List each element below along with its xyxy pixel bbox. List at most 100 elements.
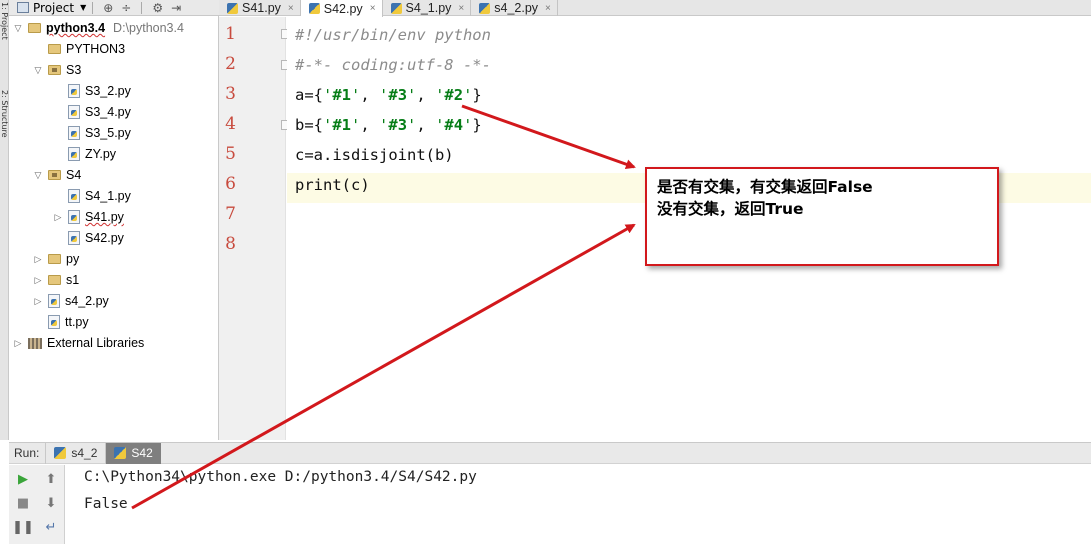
close-icon[interactable]: ×	[545, 3, 551, 14]
console-output[interactable]: C:\Python34\python.exe D:/python3.4/S4/S…	[66, 465, 1091, 544]
collapse-arrow-icon[interactable]: ▷	[33, 254, 43, 265]
pause-icon[interactable]: ❚❚	[12, 519, 34, 535]
hide-icon[interactable]: ⇥	[171, 1, 181, 15]
chevron-down-icon[interactable]: ▼	[80, 3, 86, 12]
expand-arrow-icon[interactable]: ▽	[33, 65, 43, 76]
editor-tab-label: S41.py	[242, 1, 281, 15]
project-path: D:\python3.4	[113, 21, 184, 35]
editor-tab-bar: S41.py × S42.py × S4_1.py × s4_2.py ×	[219, 0, 1091, 17]
python-file-icon	[48, 315, 60, 329]
down-arrow-icon[interactable]: ⬇	[43, 495, 59, 511]
tree-item-label: S3_2.py	[85, 84, 131, 98]
code-line: print(c)	[295, 176, 370, 194]
line-number: 1	[225, 24, 236, 44]
tree-item[interactable]: S4_1.py	[53, 186, 131, 206]
python-file-icon	[68, 147, 80, 161]
tree-item[interactable]: tt.py	[33, 312, 89, 332]
python-file-icon	[308, 3, 320, 14]
gear-icon[interactable]: ⚙	[152, 1, 163, 15]
project-panel-header: Project ▼ ⊕ ÷ ⚙ ⇥	[9, 0, 219, 16]
tree-item-label: External Libraries	[47, 336, 145, 350]
console-command-line: C:\Python34\python.exe D:/python3.4/S4/S…	[84, 469, 477, 485]
library-icon	[28, 337, 42, 349]
line-number: 7	[225, 204, 236, 224]
code-line: b={'#1', '#3', '#4'}	[295, 116, 482, 134]
soft-wrap-icon[interactable]: ↵	[43, 519, 59, 535]
tree-item[interactable]: S3_4.py	[53, 102, 131, 122]
editor-tab[interactable]: S4_1.py ×	[383, 0, 472, 16]
run-label: Run:	[14, 446, 40, 460]
tree-item-label: S42.py	[85, 231, 124, 245]
stop-icon[interactable]: ■	[15, 495, 31, 511]
close-icon[interactable]: ×	[288, 3, 294, 14]
tree-item[interactable]: S3_5.py	[53, 123, 131, 143]
collapse-icon[interactable]: ÷	[121, 1, 131, 15]
tree-item[interactable]: ▷ s1	[33, 270, 80, 290]
up-arrow-icon[interactable]: ⬆	[43, 471, 59, 487]
tree-item[interactable]: ZY.py	[53, 144, 116, 164]
annotation-line-2: 没有交集，返回True	[657, 200, 804, 218]
tree-item[interactable]: ▷ py	[33, 249, 80, 269]
tree-item-label: S4	[66, 168, 82, 182]
line-number: 5	[225, 144, 236, 164]
tree-item[interactable]: ▽ S3	[33, 60, 82, 80]
line-number: 3	[225, 84, 236, 104]
tree-item-label: py	[66, 252, 80, 266]
project-view-selector[interactable]: Project	[33, 1, 74, 15]
folder-icon	[48, 254, 61, 264]
collapse-arrow-icon[interactable]: ▷	[53, 212, 63, 223]
close-icon[interactable]: ×	[370, 3, 376, 14]
editor-tab-label: S42.py	[323, 1, 363, 16]
tree-item[interactable]: ▽ S4	[33, 165, 82, 185]
line-number: 4	[225, 114, 236, 134]
editor-tab[interactable]: s4_2.py ×	[471, 0, 558, 16]
folder-icon	[48, 275, 61, 285]
divider	[92, 1, 94, 14]
package-folder-icon	[48, 65, 61, 75]
structure-tool-tab[interactable]: 2: Structure	[0, 90, 9, 160]
run-tab[interactable]: S42	[105, 442, 161, 464]
tree-item-label: ZY.py	[85, 147, 117, 161]
python-run-icon	[114, 447, 127, 459]
tree-item[interactable]: S3_2.py	[53, 81, 131, 101]
close-icon[interactable]: ×	[458, 3, 464, 14]
python-file-icon	[68, 210, 80, 224]
line-number: 6	[225, 174, 236, 194]
collapse-arrow-icon[interactable]: ▷	[33, 296, 43, 307]
expand-arrow-icon[interactable]: ▽	[33, 170, 43, 181]
tree-item[interactable]: ▽ python3.4 D:\python3.4	[13, 18, 184, 38]
run-tab-label: S42	[131, 446, 153, 460]
collapse-arrow-icon[interactable]: ▷	[13, 338, 23, 349]
editor-tab[interactable]: S42.py ×	[300, 0, 383, 17]
run-tab[interactable]: s4_2	[45, 442, 105, 464]
tool-window-strip: 1: Project 2: Structure	[0, 0, 9, 440]
tree-item[interactable]: ▷ s4_2.py	[33, 291, 109, 311]
package-folder-icon	[48, 170, 61, 180]
editor-tab-label: s4_2.py	[494, 1, 539, 15]
python-file-icon	[68, 189, 80, 203]
project-tool-tab[interactable]: 1: Project	[0, 2, 9, 54]
expand-arrow-icon[interactable]: ▽	[13, 23, 23, 34]
sync-icon[interactable]: ⊕	[103, 1, 113, 15]
tree-item[interactable]: S42.py	[53, 228, 124, 248]
run-icon[interactable]: ▶	[15, 471, 31, 487]
editor-gutter: 1 2 3 4 5 6 7 8	[219, 17, 289, 440]
editor-tab[interactable]: S41.py ×	[219, 0, 301, 16]
tree-item-label: S3_5.py	[85, 126, 131, 140]
tree-item-label: PYTHON3	[66, 42, 126, 56]
tree-item-label: S41.py	[85, 210, 124, 224]
tree-item-label: S4_1.py	[85, 189, 131, 203]
python-run-icon	[54, 447, 67, 459]
python-file-icon	[227, 2, 238, 14]
tree-item-label: s1	[66, 273, 80, 287]
collapse-arrow-icon[interactable]: ▷	[33, 275, 43, 286]
tree-item[interactable]: ▷ External Libraries	[13, 333, 145, 353]
tree-item[interactable]: PYTHON3	[33, 39, 125, 59]
tree-item-label: s4_2.py	[65, 294, 109, 308]
tree-item-label: tt.py	[65, 315, 89, 329]
folder-icon	[28, 23, 41, 33]
tree-item[interactable]: ▷ S41.py	[53, 207, 124, 227]
python-file-icon	[68, 126, 80, 140]
python-file-icon	[68, 231, 80, 245]
run-panel-header: Run: s4_2 S42	[9, 442, 1091, 464]
